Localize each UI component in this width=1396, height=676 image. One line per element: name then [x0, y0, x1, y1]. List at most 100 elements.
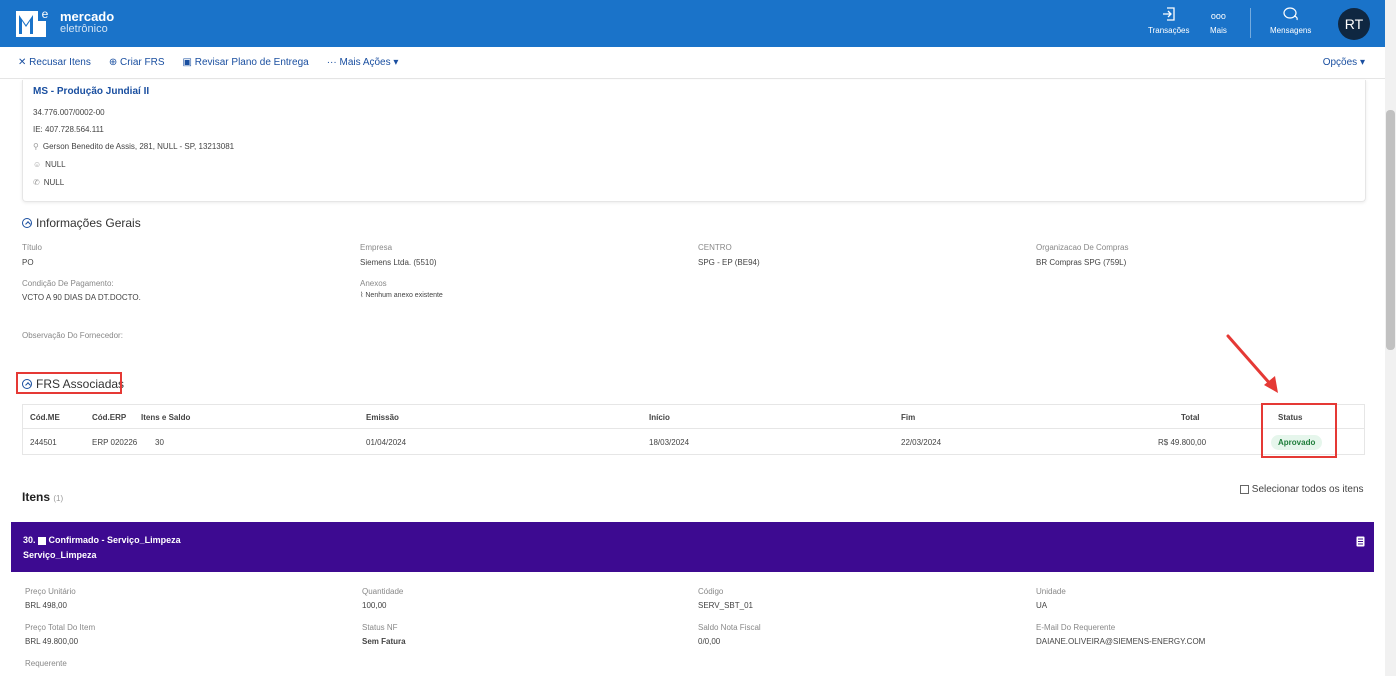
criar-frs-button[interactable]: ⊕ Criar FRS: [109, 57, 165, 68]
nav-transacoes-label: Transações: [1148, 26, 1190, 35]
frs-total: R$ 49.800,00: [1158, 438, 1207, 447]
contact-person: ☺ NULL: [33, 160, 66, 169]
state-registration: IE: 407.728.564.111: [33, 125, 104, 134]
street-text: Gerson Benedito de Assis, 281, NULL - SP…: [42, 142, 235, 151]
sign-in-icon: [1162, 7, 1175, 21]
field-value: PO: [22, 258, 34, 267]
address-line: ⚲ Gerson Benedito de Assis, 281, NULL - S…: [33, 142, 234, 151]
nav-mais[interactable]: ooo Mais: [1210, 6, 1227, 35]
item-subtitle: Serviço_Limpeza: [23, 550, 97, 560]
col-header: Total: [1181, 413, 1200, 422]
user-icon: ☺: [33, 160, 42, 169]
item-field-value: Sem Fatura: [362, 637, 406, 646]
item-name: - Serviço_Limpeza: [99, 535, 181, 545]
opcoes-dropdown[interactable]: Opções ▾: [1323, 57, 1365, 68]
frs-itens: 30: [155, 438, 164, 447]
item-title-line: 30. Confirmado - Serviço_Limpeza: [23, 535, 181, 545]
recusar-itens-button[interactable]: ✕ Recusar Itens: [18, 57, 91, 68]
field-value: BR Compras SPG (759L): [1036, 258, 1127, 267]
revisar-plano-label: Revisar Plano de Entrega: [194, 57, 309, 68]
field-label: Empresa: [360, 243, 393, 252]
item-number: 30.: [23, 535, 36, 545]
svg-text:e: e: [42, 7, 49, 21]
frs-cod-erp: ERP 020226: [92, 438, 138, 447]
revisar-plano-button[interactable]: ▣ Revisar Plano de Entrega: [183, 57, 309, 68]
col-header: Cód.ME: [30, 413, 60, 422]
no-attachments-text: Nenhum anexo existente: [365, 292, 443, 299]
item-header-bar[interactable]: 30. Confirmado - Serviço_Limpeza Serviço…: [11, 522, 1374, 572]
document-icon[interactable]: [1356, 536, 1365, 547]
field-label: Título: [22, 243, 43, 252]
close-icon: ✕: [18, 57, 27, 68]
frs-table-header: Cód.ME Cód.ERP Itens e Saldo Emissão Iní…: [23, 405, 1364, 429]
itens-heading: Itens (1): [22, 490, 63, 504]
cnpj: 34.776.007/0002-00: [33, 108, 105, 117]
frs-inicio: 18/03/2024: [649, 438, 690, 447]
calendar-icon: ▣: [182, 57, 192, 68]
item-field-label: Quantidade: [362, 587, 404, 596]
item-field-label: Preço Unitário: [25, 587, 76, 596]
item-field-label: Saldo Nota Fiscal: [698, 623, 761, 632]
caret-down-icon: ▾: [1359, 57, 1365, 68]
field-label: Observação Do Fornecedor:: [22, 331, 123, 340]
col-header: Emissão: [366, 413, 399, 422]
annotation-arrow-icon: [1226, 334, 1278, 393]
scrollbar-thumb[interactable]: [1386, 110, 1395, 350]
mercado-eletronico-logo-icon: e: [16, 7, 52, 37]
mais-acoes-label: Mais Ações: [339, 57, 391, 68]
caret-down-icon: ▾: [393, 57, 399, 68]
address-card: MS - Produção Jundiaí II 34.776.007/0002…: [22, 80, 1366, 202]
item-field-value: UA: [1036, 601, 1048, 610]
select-all-control[interactable]: Selecionar todos os itens: [1240, 484, 1364, 495]
brand-logo[interactable]: e mercado eletrônico: [16, 7, 114, 39]
frs-table: Cód.ME Cód.ERP Itens e Saldo Emissão Iní…: [22, 404, 1365, 455]
highlight-box-status: [1261, 403, 1337, 458]
item-field-label: Status NF: [362, 623, 398, 632]
chat-bubbles-icon: [1283, 7, 1298, 21]
item-field-value: BRL 49.800,00: [25, 637, 79, 646]
attachments-value: ⌇ Nenhum anexo existente: [360, 291, 443, 299]
plant-name[interactable]: MS - Produção Jundiaí II: [33, 86, 149, 97]
item-checkbox[interactable]: [38, 536, 47, 545]
select-all-checkbox[interactable]: [1240, 484, 1249, 494]
item-field-value: 0/0,00: [698, 637, 721, 646]
field-value: VCTO A 90 DIAS DA DT.DOCTO.: [22, 293, 141, 302]
nav-transacoes[interactable]: Transações: [1148, 6, 1190, 35]
item-field-value: BRL 498,00: [25, 601, 67, 610]
item-field-value: SERV_SBT_01: [698, 601, 753, 610]
item-status: Confirmado: [48, 535, 100, 545]
nav-mensagens[interactable]: Mensagens: [1270, 6, 1311, 35]
chevron-up-icon: [22, 218, 32, 228]
mais-acoes-dropdown[interactable]: ··· Mais Ações ▾: [327, 57, 399, 68]
field-value: SPG - EP (BE94): [698, 258, 760, 267]
col-header: Início: [649, 413, 670, 422]
nav-mensagens-label: Mensagens: [1270, 26, 1312, 35]
select-all-label: Selecionar todos os itens: [1251, 484, 1364, 495]
item-field-label: Requerente: [25, 659, 67, 668]
field-label: CENTRO: [698, 243, 732, 252]
item-field-label: Unidade: [1036, 587, 1066, 596]
item-field-label: Código: [698, 587, 724, 596]
opcoes-label: Opções: [1322, 57, 1358, 68]
action-toolbar: ✕ Recusar Itens ⊕ Criar FRS ▣ Revisar Pl…: [0, 47, 1385, 79]
col-header: Fim: [901, 413, 916, 422]
phone-icon: ✆: [33, 178, 40, 187]
informacoes-gerais-header[interactable]: Informações Gerais: [22, 216, 141, 230]
paperclip-icon: ⌇: [360, 292, 364, 299]
col-header: Itens e Saldo: [141, 413, 191, 422]
itens-title: Itens: [22, 490, 51, 504]
top-navigation-bar: e mercado eletrônico Transações ooo Mais…: [0, 0, 1396, 47]
user-avatar[interactable]: RT: [1338, 8, 1370, 40]
item-field-value: DAIANE.OLIVEIRA@SIEMENS-ENERGY.COM: [1036, 637, 1206, 646]
contact-phone: ✆ NULL: [33, 178, 64, 187]
informacoes-gerais-title: Informações Gerais: [36, 216, 141, 230]
brand-line2: eletrônico: [60, 23, 108, 35]
criar-frs-label: Criar FRS: [120, 57, 165, 68]
field-label: Anexos: [360, 279, 387, 288]
brand-line1: mercado: [60, 9, 115, 24]
field-value: Siemens Ltda. (5510): [360, 258, 437, 267]
frs-cod-me-link[interactable]: 244501: [30, 438, 57, 447]
item-field-label: Preço Total Do Item: [25, 623, 96, 632]
nav-mais-label: Mais: [1210, 26, 1227, 35]
item-field-value: 100,00: [362, 601, 387, 610]
